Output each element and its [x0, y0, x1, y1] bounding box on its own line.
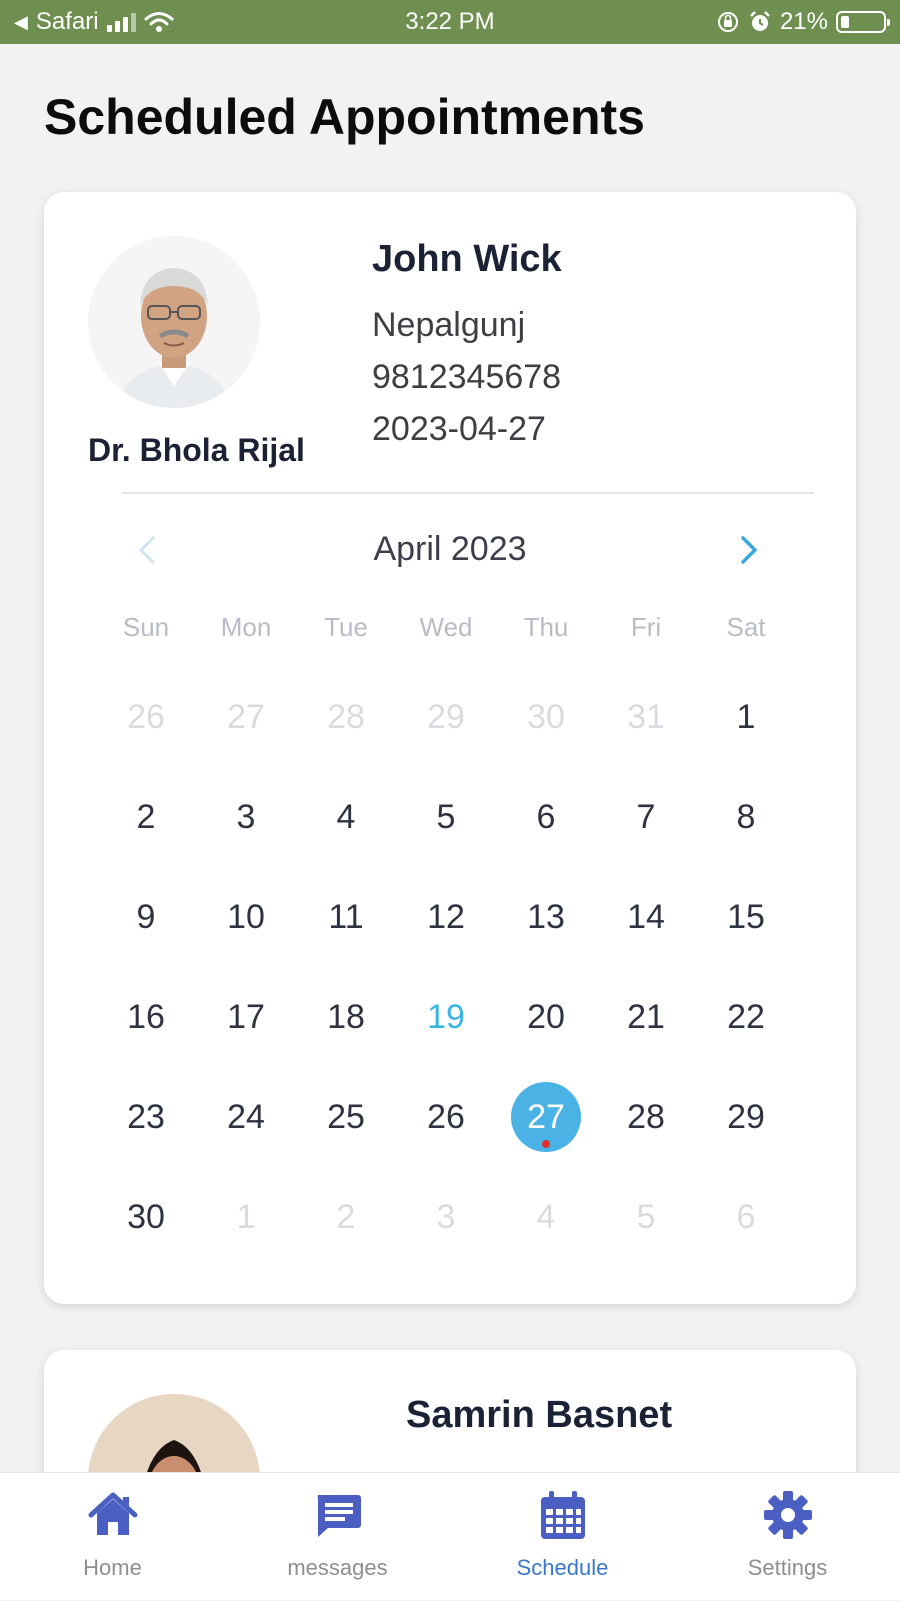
calendar-day[interactable]: 5 — [411, 782, 481, 852]
weekday-label: Sat — [726, 612, 766, 642]
calendar-day[interactable]: 23 — [111, 1082, 181, 1152]
calendar-day[interactable]: 2 — [311, 1182, 381, 1252]
calendar-day[interactable]: 26 — [111, 682, 181, 752]
tab-home[interactable]: Home — [0, 1473, 225, 1601]
calendar-day[interactable]: 25 — [311, 1082, 381, 1152]
calendar-day[interactable]: 9 — [111, 882, 181, 952]
calendar-day[interactable]: 16 — [111, 982, 181, 1052]
chevron-right-icon[interactable] — [730, 532, 766, 568]
calendar-day[interactable]: 15 — [711, 882, 781, 952]
calendar-day[interactable]: 28 — [311, 682, 381, 752]
calendar-day[interactable]: 27 — [211, 682, 281, 752]
calendar-day[interactable]: 22 — [711, 982, 781, 1052]
tab-label: Home — [83, 1555, 142, 1580]
calendar-day[interactable]: 4 — [511, 1182, 581, 1252]
status-right: 21% — [716, 8, 890, 36]
tab-messages[interactable]: messages — [225, 1473, 450, 1601]
divider — [122, 492, 814, 494]
calendar-day[interactable]: 1 — [711, 682, 781, 752]
calendar-day[interactable]: 3 — [211, 782, 281, 852]
weekday-label: Fri — [630, 612, 662, 642]
doctor-name: Dr. Bhola Rijal — [88, 432, 305, 468]
doctor-avatar — [88, 236, 260, 408]
calendar-day[interactable]: 19 — [411, 982, 481, 1052]
alarm-icon — [750, 11, 770, 31]
tab-schedule[interactable]: Schedule — [450, 1473, 675, 1601]
calendar-day[interactable]: 10 — [211, 882, 281, 952]
calendar-day[interactable]: 5 — [611, 1182, 681, 1252]
battery-percent: 21% — [779, 8, 828, 35]
calendar-icon — [541, 1491, 585, 1539]
tab-label: Settings — [747, 1555, 828, 1580]
weekday-label: Sun — [122, 612, 170, 642]
calendar-day[interactable]: 1 — [211, 1182, 281, 1252]
calendar-day[interactable]: 11 — [311, 882, 381, 952]
weekday-label: Mon — [220, 612, 272, 642]
calendar-day[interactable]: 7 — [611, 782, 681, 852]
tab-label: messages — [287, 1555, 388, 1580]
calendar-day[interactable]: 2 — [111, 782, 181, 852]
calendar-day[interactable]: 31 — [611, 682, 681, 752]
tab-label: Schedule — [516, 1555, 609, 1580]
calendar-day[interactable]: 24 — [211, 1082, 281, 1152]
calendar-day[interactable]: 21 — [611, 982, 681, 1052]
calendar-day[interactable]: 28 — [611, 1082, 681, 1152]
event-dot — [542, 1140, 550, 1148]
patient-name: John Wick — [372, 238, 562, 280]
calendar-day[interactable]: 20 — [511, 982, 581, 1052]
orientation-lock-icon — [717, 12, 738, 32]
calendar-day[interactable]: 8 — [711, 782, 781, 852]
patient-location: Nepalgunj — [372, 306, 526, 344]
calendar-day[interactable]: 12 — [411, 882, 481, 952]
appointment-card: Dr. Bhola Rijal John Wick Nepalgunj 9812… — [44, 192, 856, 1304]
patient-phone: 9812345678 — [372, 358, 562, 396]
calendar-day[interactable]: 30 — [511, 682, 581, 752]
tab-bar: Home messages Schedule Settings — [0, 1472, 900, 1600]
gear-icon — [764, 1491, 812, 1539]
calendar-day-number: 27 — [527, 1098, 565, 1136]
patient-name: Samrin Basnet — [406, 1394, 673, 1436]
calendar-day[interactable]: 29 — [711, 1082, 781, 1152]
calendar-day[interactable]: 30 — [111, 1182, 181, 1252]
weekday-label: Thu — [523, 612, 569, 642]
battery-icon — [836, 11, 890, 33]
tab-settings[interactable]: Settings — [675, 1473, 900, 1601]
calendar-day[interactable]: 14 — [611, 882, 681, 952]
calendar-day[interactable]: 29 — [411, 682, 481, 752]
calendar-day[interactable]: 18 — [311, 982, 381, 1052]
calendar-day[interactable]: 27 — [511, 1082, 581, 1152]
calendar-day[interactable]: 13 — [511, 882, 581, 952]
calendar-day[interactable]: 4 — [311, 782, 381, 852]
calendar-day[interactable]: 17 — [211, 982, 281, 1052]
status-bar: ◀ Safari 3:22 PM 21% — [0, 0, 900, 44]
page-title: Scheduled Appointments — [44, 89, 645, 145]
calendar-day[interactable]: 3 — [411, 1182, 481, 1252]
calendar-day[interactable]: 6 — [711, 1182, 781, 1252]
calendar-day[interactable]: 6 — [511, 782, 581, 852]
weekday-label: Wed — [419, 612, 473, 642]
weekday-label: Tue — [324, 612, 368, 642]
appointment-date: 2023-04-27 — [372, 410, 546, 448]
home-icon — [88, 1492, 138, 1535]
calendar-day[interactable]: 26 — [411, 1082, 481, 1152]
message-icon — [317, 1495, 361, 1537]
doctor-photo-illustration — [88, 236, 260, 408]
